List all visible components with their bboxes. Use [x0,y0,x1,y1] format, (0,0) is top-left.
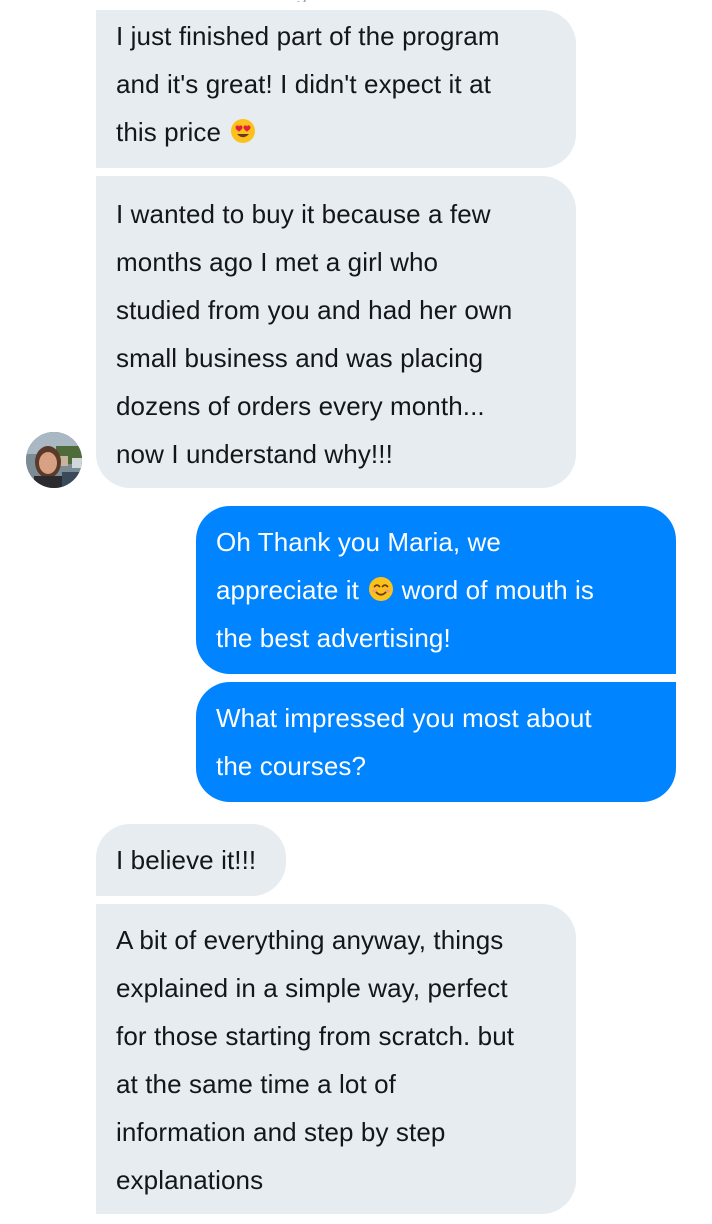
heart-eyes-emoji-icon [231,119,256,143]
message-line: Oh Thank you Maria, we [216,527,501,557]
message-line: I wanted to buy it because a few [116,199,491,229]
incoming-message-bubble[interactable]: I just finished part of the program and … [96,10,576,168]
message-line: this price [116,108,556,156]
message-line: What impressed you most about [216,703,592,733]
message-line: explained in a simple way, perfect [116,973,508,1003]
message-thread: g I just finished part of the program an… [0,0,712,1224]
message-line: small business and was placing [116,343,484,373]
message-line: dozens of orders every month... [116,391,485,421]
message-line: the best advertising! [216,623,451,653]
cut-off-sender-label: g [296,0,316,2]
sender-avatar[interactable] [26,432,82,488]
message-line: I just finished part of the program [116,21,500,51]
message-line: I believe it!!! [116,845,257,875]
avatar-photo-icon [26,432,82,488]
message-line: the courses? [216,751,367,781]
message-line: A bit of everything anyway, things [116,925,504,955]
smiling-face-emoji-icon [369,577,394,601]
message-text: appreciate it [216,575,359,605]
incoming-message-bubble[interactable]: I believe it!!! [96,824,286,896]
message-line: and it's great! I didn't expect it at [116,69,491,99]
message-line: at the same time a lot of [116,1069,396,1099]
message-line: explanations [116,1165,264,1195]
message-text: word of mouth is [401,575,594,605]
message-line: for those starting from scratch. but [116,1021,515,1051]
message-line: now I understand why!!! [116,439,393,469]
outgoing-message-bubble[interactable]: What impressed you most about the course… [196,682,676,802]
message-line: information and step by step [116,1117,446,1147]
message-line: appreciate it word of mouth is [216,566,656,614]
incoming-message-bubble[interactable]: I wanted to buy it because a few months … [96,176,576,488]
message-line: studied from you and had her own [116,295,513,325]
message-line: months ago I met a girl who [116,247,439,277]
outgoing-message-bubble[interactable]: Oh Thank you Maria, we appreciate it wor… [196,506,676,674]
message-text: this price [116,117,222,147]
incoming-message-bubble[interactable]: A bit of everything anyway, things expla… [96,904,576,1214]
